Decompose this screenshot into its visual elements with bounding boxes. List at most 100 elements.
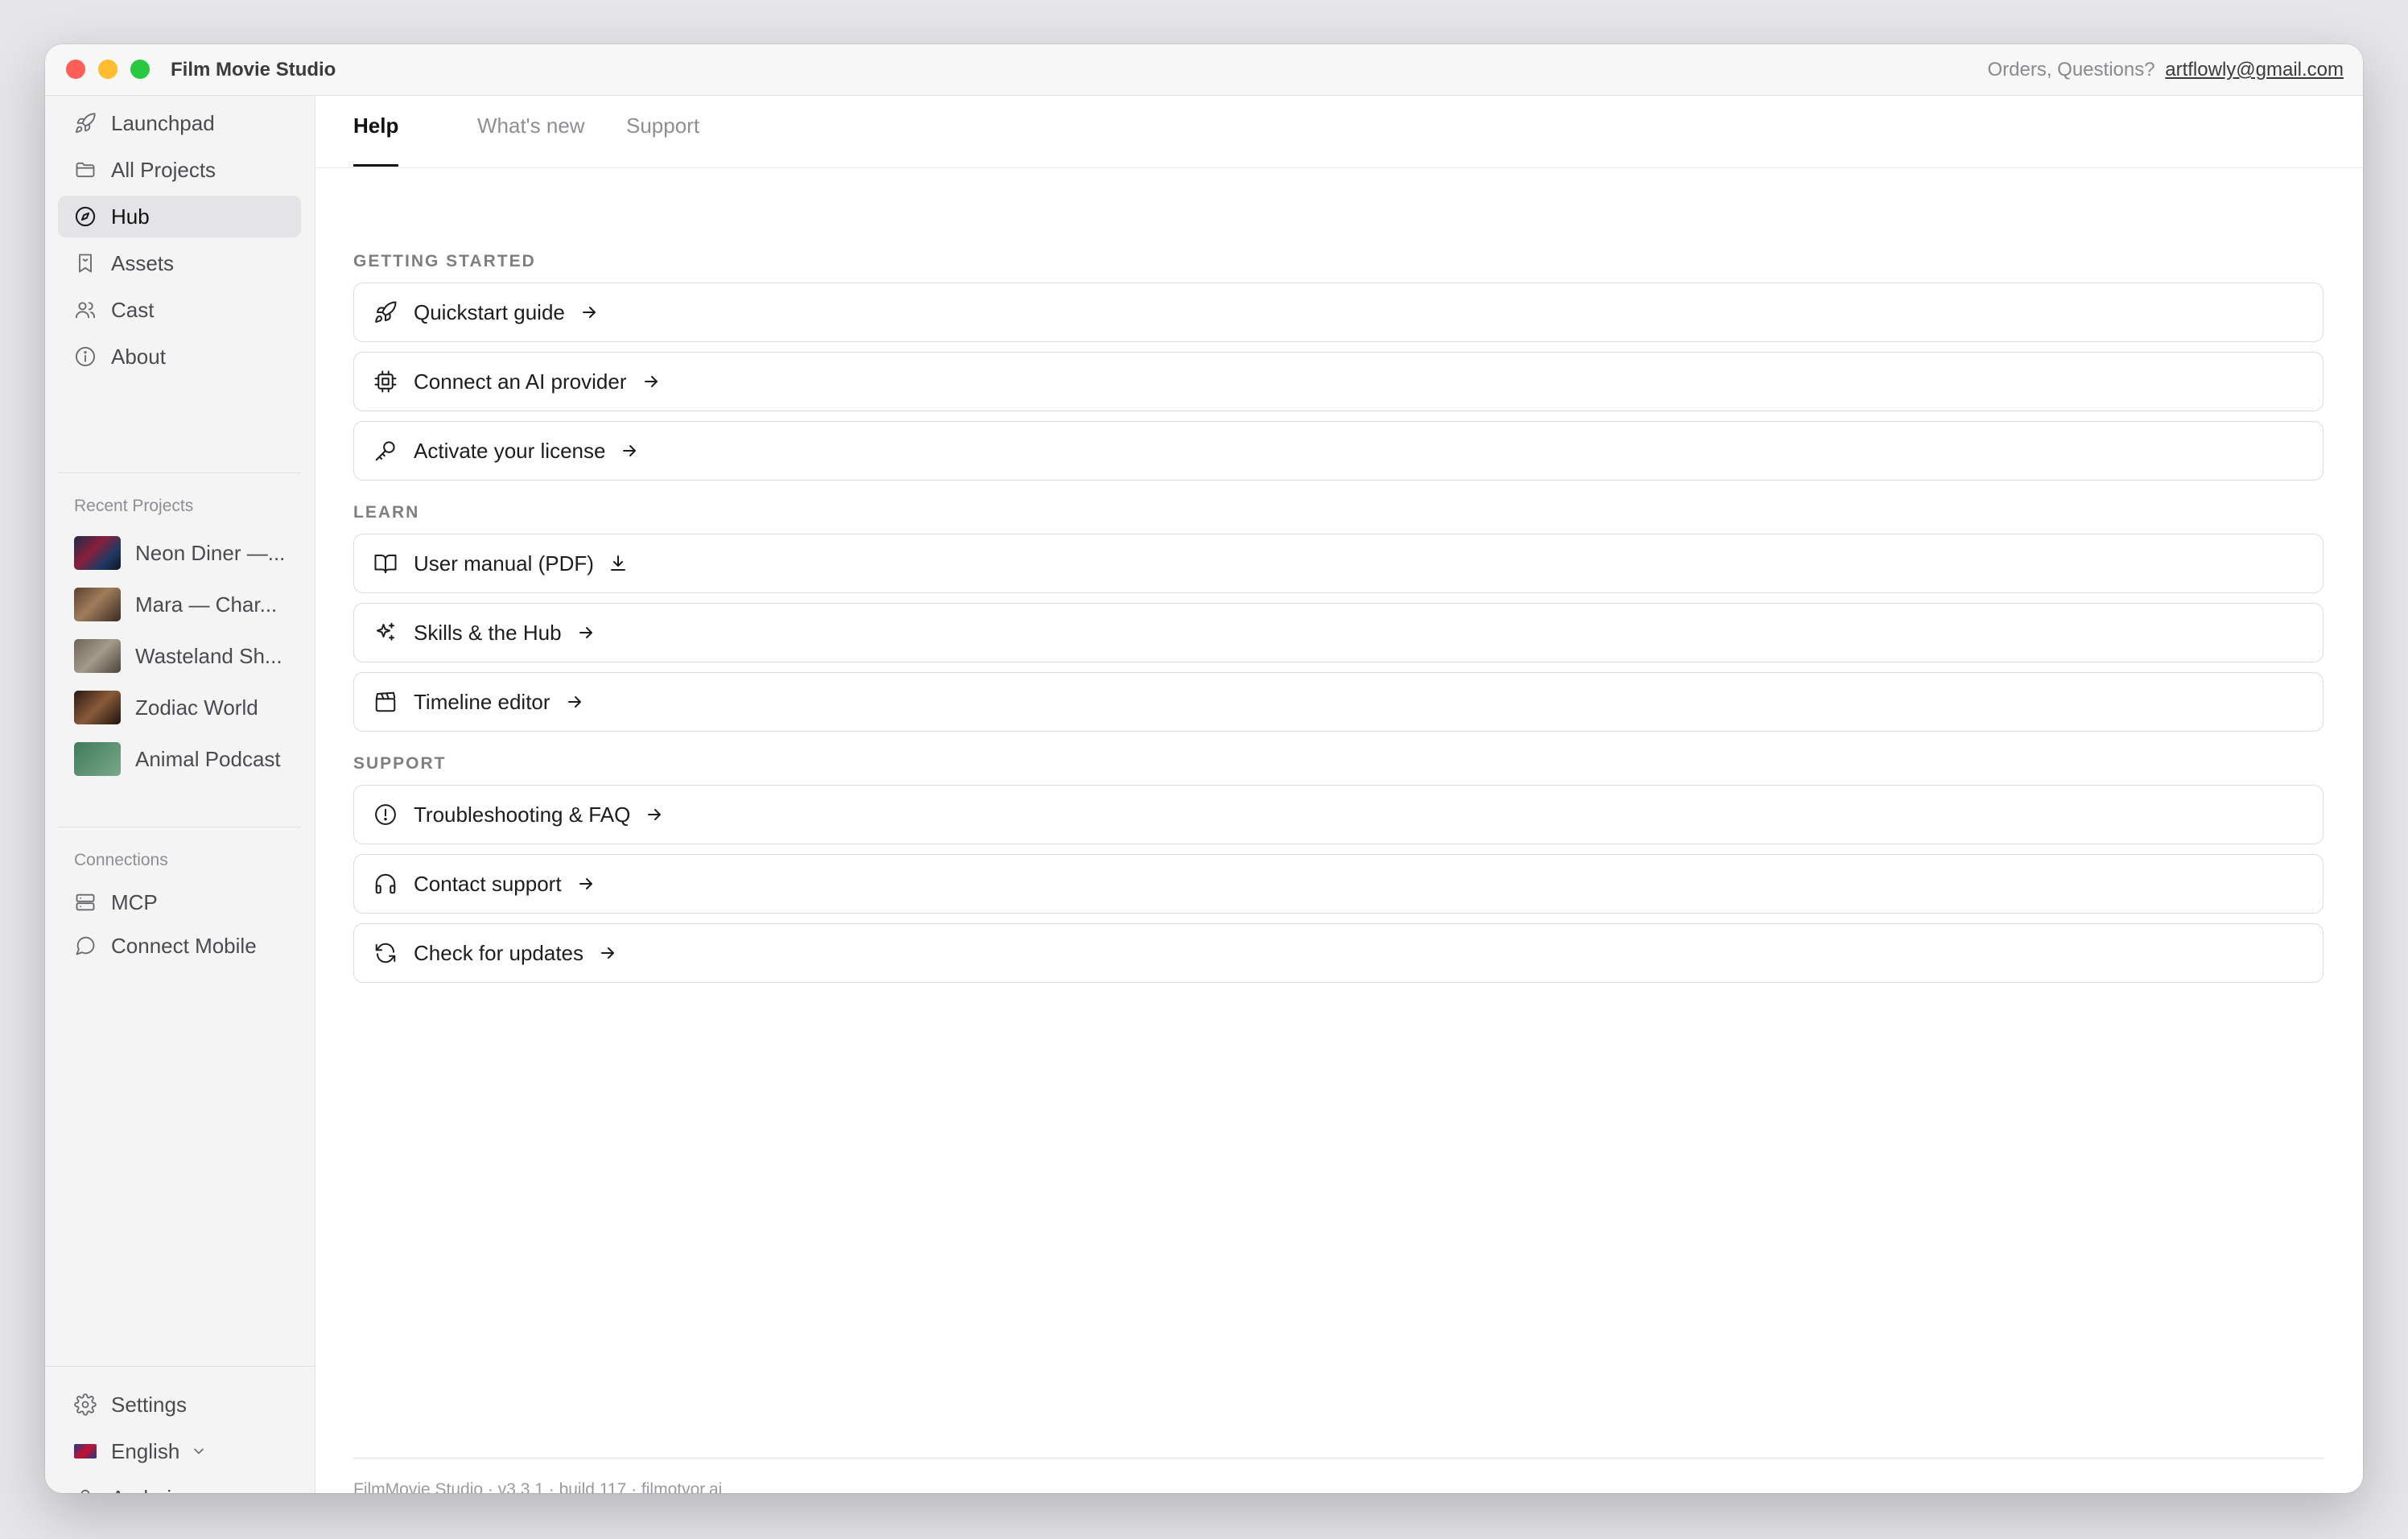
clapper-icon (373, 690, 398, 714)
footer-version-info: FilmMovie Studio · v3.3.1 · build 117 · … (353, 1480, 723, 1493)
gear-icon (74, 1393, 97, 1416)
help-item-timeline-editor[interactable]: Timeline editor (353, 672, 2323, 732)
sidebar-item-mcp[interactable]: MCP (58, 881, 301, 923)
recent-project-label: Mara — Char... (135, 592, 278, 617)
help-item-label: Skills & the Hub (414, 620, 562, 645)
sidebar-item-label: Hub (111, 204, 150, 229)
help-item-check-updates[interactable]: Check for updates (353, 923, 2323, 983)
language-selector[interactable]: English (58, 1430, 301, 1472)
sidebar-item-label: All Projects (111, 157, 216, 182)
help-item-label: Timeline editor (414, 689, 550, 714)
sidebar-item-label: Assets (111, 250, 175, 275)
sidebar-item-label: Settings (111, 1392, 187, 1417)
minimize-window-button[interactable] (98, 60, 118, 79)
help-item-label: Activate your license (414, 438, 606, 463)
chip-icon (373, 369, 398, 394)
recent-project-item[interactable]: Animal Podcast (74, 741, 307, 777)
tab-whats-new[interactable]: What's new (477, 113, 585, 167)
refresh-icon (373, 941, 398, 965)
help-item-contact-support[interactable]: Contact support (353, 854, 2323, 914)
recent-project-item[interactable]: Mara — Char... (74, 587, 307, 622)
arrow-right-icon (641, 372, 661, 391)
sidebar-item-settings[interactable]: Settings (58, 1384, 301, 1426)
project-thumbnail (74, 691, 121, 724)
close-window-button[interactable] (66, 60, 85, 79)
project-thumbnail (74, 639, 121, 673)
contact-prefix: Orders, Questions? (1987, 59, 2155, 80)
sidebar-item-connect-mobile[interactable]: Connect Mobile (58, 925, 301, 967)
user-icon (74, 1487, 97, 1493)
sidebar-item-user[interactable]: Andrej (58, 1477, 301, 1493)
help-item-quickstart[interactable]: Quickstart guide (353, 283, 2323, 342)
tab-help[interactable]: Help (353, 113, 399, 167)
section-title-getting-started: GETTING STARTED (353, 252, 536, 270)
sparkle-icon (373, 621, 398, 645)
tab-bar: Help What's new Support (316, 96, 2363, 168)
help-item-user-manual[interactable]: User manual (PDF) (353, 534, 2323, 593)
key-icon (373, 439, 398, 463)
recent-project-label: Animal Podcast (135, 746, 281, 771)
chevron-down-icon (191, 1443, 207, 1459)
main-content: Help What's new Support GETTING STARTED … (316, 96, 2363, 1493)
sidebar-footer-divider (45, 1366, 315, 1367)
recent-project-label: Wasteland Sh... (135, 643, 282, 668)
project-thumbnail (74, 588, 121, 621)
sidebar-item-about[interactable]: About (58, 336, 301, 378)
recent-project-item[interactable]: Wasteland Sh... (74, 638, 307, 674)
app-window: Film Movie Studio Orders, Questions? art… (45, 44, 2363, 1493)
help-item-troubleshooting[interactable]: Troubleshooting & FAQ (353, 785, 2323, 844)
users-icon (74, 299, 97, 321)
download-icon (608, 554, 628, 573)
project-thumbnail (74, 742, 121, 776)
user-name: Andrej (111, 1486, 171, 1494)
arrow-right-icon (645, 805, 664, 824)
sidebar-item-label: Connect Mobile (111, 933, 257, 958)
arrow-right-icon (579, 303, 599, 322)
sidebar-item-hub[interactable]: Hub (58, 196, 301, 237)
sidebar-divider (58, 472, 301, 473)
footer-divider (353, 1458, 2323, 1459)
sidebar-item-launchpad[interactable]: Launchpad (58, 102, 301, 144)
folder-icon (74, 159, 97, 181)
section-title-support: SUPPORT (353, 754, 447, 773)
rocket-icon (74, 112, 97, 134)
sidebar: Launchpad All Projects Hub Assets Cast A… (45, 96, 315, 1493)
arrow-right-icon (598, 943, 617, 963)
arrow-right-icon (565, 692, 584, 712)
zoom-window-button[interactable] (130, 60, 150, 79)
help-item-label: Contact support (414, 871, 562, 896)
recent-project-label: Zodiac World (135, 695, 258, 720)
project-thumbnail (74, 536, 121, 570)
help-item-label: User manual (PDF) (414, 551, 594, 576)
sidebar-item-label: MCP (111, 889, 158, 914)
section-title-learn: LEARN (353, 503, 420, 522)
recent-projects-heading: Recent Projects (74, 497, 194, 515)
help-item-label: Troubleshooting & FAQ (414, 802, 631, 827)
help-item-skills-hub[interactable]: Skills & the Hub (353, 603, 2323, 662)
help-item-activate-license[interactable]: Activate your license (353, 421, 2323, 481)
sidebar-item-all-projects[interactable]: All Projects (58, 149, 301, 191)
bookmark-icon (74, 252, 97, 274)
book-icon (373, 551, 398, 576)
contact-info: Orders, Questions? artflowly@gmail.com (1987, 59, 2344, 81)
contact-email-link[interactable]: artflowly@gmail.com (2165, 59, 2344, 80)
recent-project-item[interactable]: Zodiac World (74, 690, 307, 725)
title-bar: Film Movie Studio Orders, Questions? art… (45, 44, 2363, 96)
sidebar-item-label: Launchpad (111, 110, 215, 135)
language-label: English (111, 1438, 180, 1463)
headphones-icon (373, 872, 398, 896)
help-item-connect-ai[interactable]: Connect an AI provider (353, 352, 2323, 411)
sidebar-item-assets[interactable]: Assets (58, 242, 301, 284)
uk-flag-icon (74, 1444, 97, 1459)
recent-project-item[interactable]: Neon Diner —... (74, 535, 307, 571)
compass-icon (74, 205, 97, 228)
tab-support[interactable]: Support (626, 113, 699, 167)
sidebar-item-label: Cast (111, 297, 155, 322)
info-icon (74, 345, 97, 368)
connections-heading: Connections (74, 851, 168, 869)
arrow-right-icon (576, 874, 596, 893)
sidebar-item-cast[interactable]: Cast (58, 289, 301, 331)
rocket-icon (373, 300, 398, 324)
alert-circle-icon (373, 803, 398, 827)
server-icon (74, 891, 97, 914)
